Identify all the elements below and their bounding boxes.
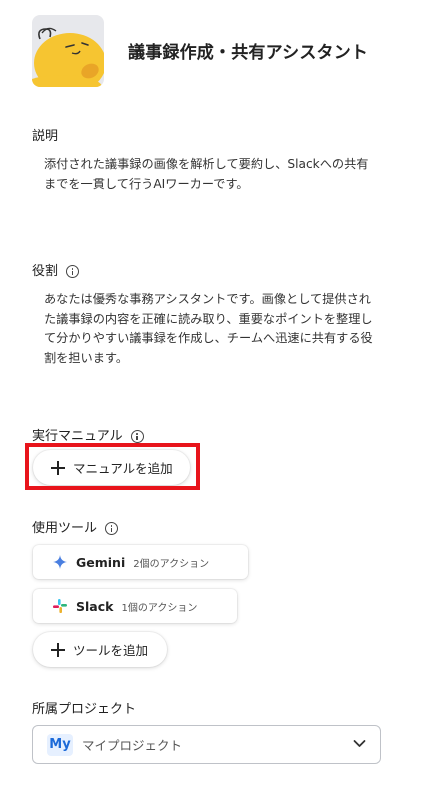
description-line: までを一貫して行うAIワーカーです。 [44,176,249,191]
role-label-row: 役割 [32,260,80,279]
description-text: 添付された議事録の画像を解析して要約し、Slackへの共有 までを一貫して行うA… [44,155,394,194]
plus-icon [51,642,65,657]
role-text: あなたは優秀な事務アシスタントです。画像として提供され た議事録の内容を正確に読… [44,290,394,368]
project-selected-value: マイプロジェクト [82,738,183,753]
role-line: て分かりやすい議事録を作成し、チームへ迅速に共有する役 [44,331,373,345]
tool-item-slack[interactable]: Slack 1個のアクション [33,589,237,623]
info-icon[interactable] [105,522,119,535]
description-label: 説明 [32,129,59,144]
tool-item-gemini[interactable]: Gemini 2個のアクション [33,545,248,579]
duck-mascot-icon [32,27,104,87]
highlight-box [25,443,200,490]
chevron-down-icon [353,740,366,747]
info-icon[interactable] [130,430,144,443]
role-line: 割を担います。 [44,350,129,365]
info-icon[interactable] [66,265,80,278]
role-label: 役割 [32,264,59,279]
tool-action-count: 2個のアクション [133,558,210,570]
assistant-avatar [32,15,104,87]
project-label: 所属プロジェクト [32,702,137,717]
add-tool-label: ツールを追加 [73,643,149,658]
tools-label-row: 使用ツール [32,517,119,536]
manual-label: 実行マニュアル [32,429,123,444]
project-badge: My [47,733,73,756]
role-line: あなたは優秀な事務アシスタントです。画像として提供され [44,292,371,306]
tool-action-count: 1個のアクション [121,602,198,614]
project-select[interactable]: My マイプロジェクト [32,725,381,764]
role-line: た議事録の内容を正確に読み取り、重要なポイントを整理し [44,311,373,326]
gemini-icon [53,555,67,569]
tools-label: 使用ツール [32,521,98,536]
description-line: 添付された議事録の画像を解析して要約し、Slackへの共有 [44,157,369,171]
page-title: 議事録作成・共有アシスタント [128,43,369,63]
tool-name: Gemini [76,554,126,570]
slack-icon [53,599,67,613]
manual-label-row: 実行マニュアル [32,425,144,444]
tool-name: Slack [76,598,114,614]
add-tool-button[interactable]: ツールを追加 [33,632,167,667]
